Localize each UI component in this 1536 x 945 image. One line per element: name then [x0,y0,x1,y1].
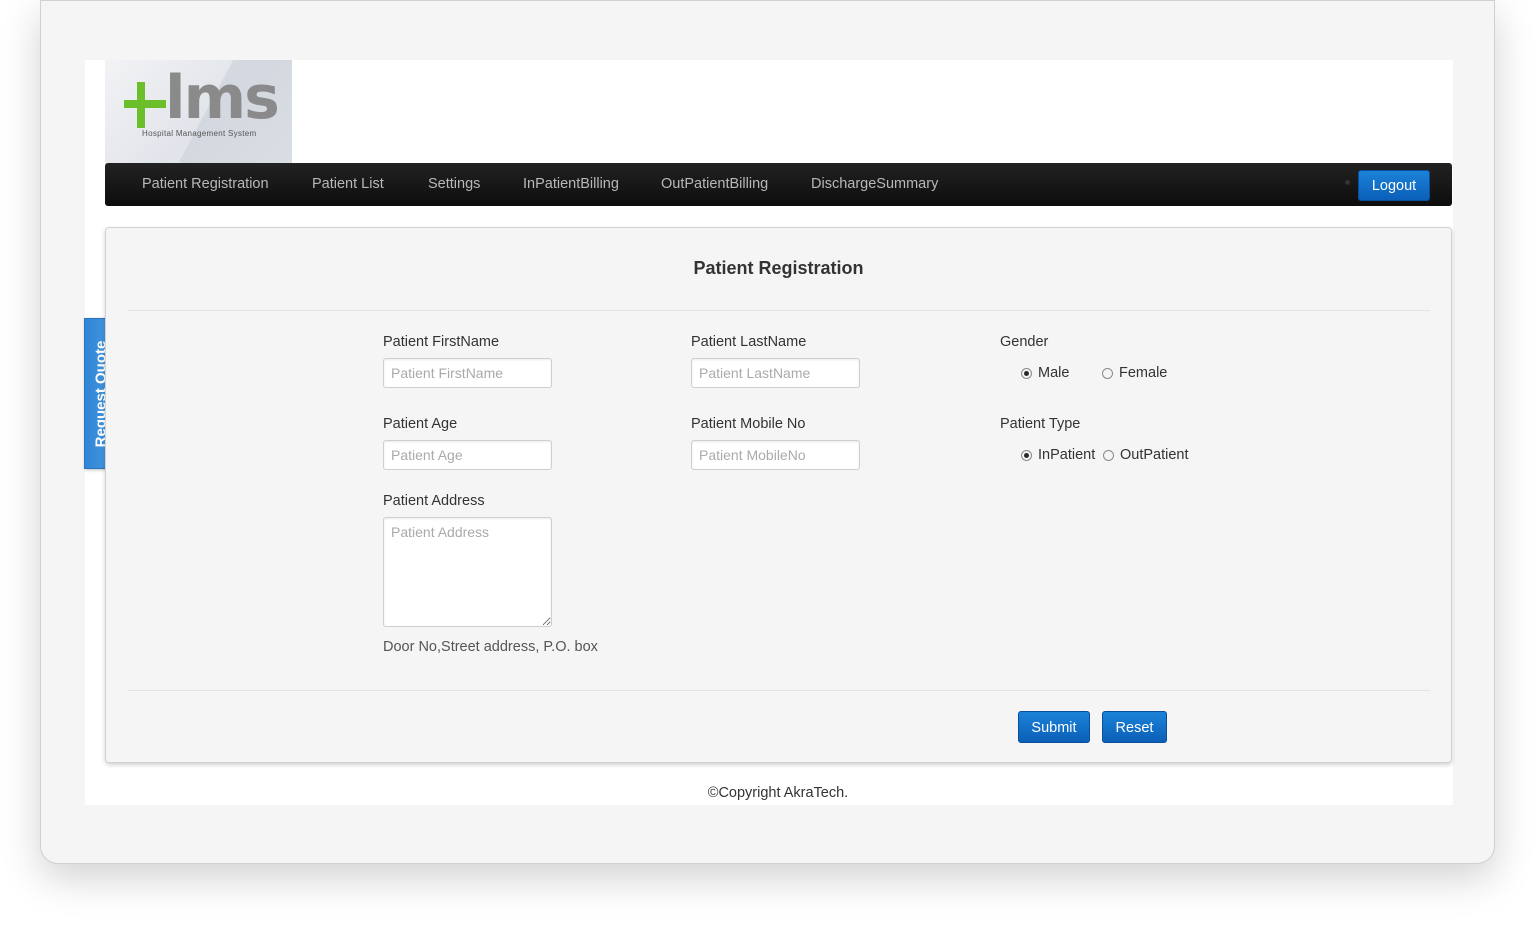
first-name-label: Patient FirstName [383,334,500,350]
main-navbar: Patient Registration Patient List Settin… [105,163,1452,206]
male-radio[interactable] [1021,367,1032,379]
patient-type-option-inpatient[interactable]: InPatient [1021,447,1095,463]
patient-type-option-outpatient[interactable]: OutPatient [1103,447,1189,463]
patient-type-label: Patient Type [1000,416,1081,432]
reset-button[interactable]: Reset [1102,711,1167,743]
mobile-input[interactable] [691,440,860,470]
nav-item-inpatient-billing[interactable]: InPatientBilling [523,163,619,206]
submit-button[interactable]: Submit [1018,711,1090,743]
footer-copyright: ©Copyright AkraTech. [707,785,849,801]
logo-tagline: Hospital Management System [142,129,257,138]
outpatient-radio[interactable] [1103,449,1114,461]
age-label: Patient Age [383,416,458,432]
first-name-input[interactable] [383,358,552,388]
page-title: Patient Registration [693,258,864,278]
gender-option-female[interactable]: Female [1102,365,1167,381]
nav-item-discharge-summary[interactable]: DischargeSummary [811,163,938,206]
outpatient-radio-label: OutPatient [1120,447,1189,463]
address-help-text: Door No,Street address, P.O. box [383,639,598,655]
female-radio[interactable] [1102,367,1113,379]
nav-item-settings[interactable]: Settings [428,163,480,206]
gender-option-male[interactable]: Male [1021,365,1069,381]
nav-item-outpatient-billing[interactable]: OutPatientBilling [661,163,768,206]
registration-panel: Patient Registration Patient FirstName P… [105,227,1452,763]
last-name-label: Patient LastName [691,334,807,350]
logout-button[interactable]: Logout [1358,170,1430,201]
app-logo[interactable]: lms Hospital Management System [105,60,292,164]
female-radio-label: Female [1119,365,1168,381]
gender-label: Gender [1000,334,1049,350]
mobile-label: Patient Mobile No [691,416,806,432]
title-divider [128,310,1430,311]
nav-item-patient-registration[interactable]: Patient Registration [142,163,269,206]
male-radio-label: Male [1038,365,1070,381]
logo-cross-bar [124,100,166,108]
inpatient-radio-label: InPatient [1038,447,1096,463]
inpatient-radio[interactable] [1021,449,1032,461]
nav-item-patient-list[interactable]: Patient List [312,163,384,206]
address-label: Patient Address [383,493,485,509]
age-input[interactable] [383,440,552,470]
address-textarea[interactable] [383,517,552,627]
last-name-input[interactable] [691,358,860,388]
nav-divider-dot [1345,180,1350,185]
actions-divider [128,690,1430,691]
logo-mark: lms [165,63,280,133]
